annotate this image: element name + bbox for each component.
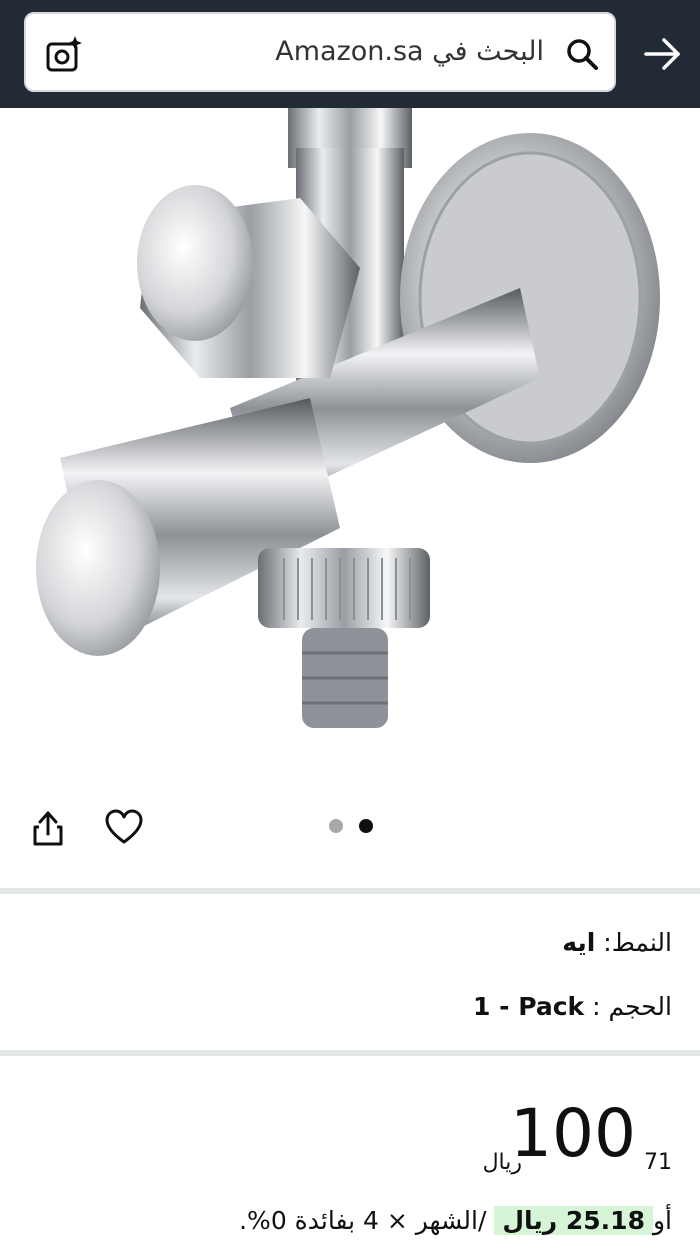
installment-prefix: أو: [652, 1206, 672, 1235]
installment-offer[interactable]: أو25.18 ريال /الشهر × 4 بفائدة 0%.: [239, 1206, 672, 1235]
style-label: النمط:: [603, 928, 672, 957]
size-label: الحجم :: [592, 992, 672, 1021]
search-box[interactable]: البحث في Amazon.sa: [24, 12, 616, 92]
heart-icon[interactable]: [104, 808, 144, 846]
camera-search-icon[interactable]: [44, 34, 84, 74]
divider: [0, 1050, 700, 1056]
style-variation[interactable]: النمط: ايه: [562, 928, 672, 957]
price: 71 100 ريال: [412, 1098, 672, 1178]
divider: [0, 888, 700, 894]
search-input[interactable]: البحث في Amazon.sa: [275, 36, 544, 67]
price-fraction: 71: [644, 1150, 672, 1175]
faucet-valve-image: [36, 108, 660, 728]
installment-amount: 25.18 ريال: [494, 1206, 653, 1235]
product-image[interactable]: [0, 108, 700, 798]
share-icon[interactable]: [30, 808, 66, 848]
back-arrow-icon[interactable]: [642, 34, 682, 74]
size-variation[interactable]: الحجم : 1 - Pack: [473, 992, 672, 1021]
image-dot-1[interactable]: [329, 819, 343, 833]
image-actions-row: [0, 798, 700, 888]
search-icon[interactable]: [564, 36, 600, 72]
installment-text: /الشهر × 4 بفائدة 0%.: [239, 1206, 495, 1235]
style-value: ايه: [562, 928, 596, 957]
price-currency: ريال: [482, 1150, 522, 1175]
image-dot-2-active[interactable]: [359, 819, 373, 833]
price-whole: 100: [510, 1095, 636, 1172]
top-bar: البحث في Amazon.sa: [0, 0, 700, 108]
size-value: 1 - Pack: [473, 992, 585, 1021]
